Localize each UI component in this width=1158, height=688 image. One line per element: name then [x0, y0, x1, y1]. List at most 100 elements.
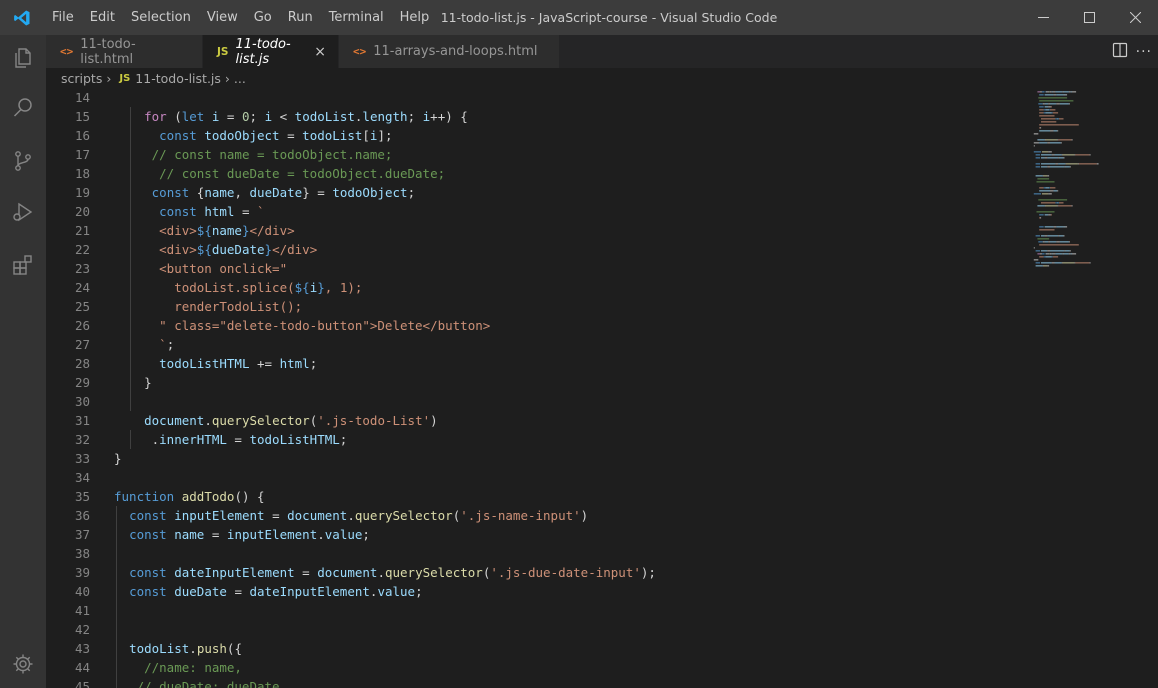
code-line[interactable]: const dueDate = dateInputElement.value;: [114, 582, 1028, 601]
breadcrumb-folder[interactable]: scripts: [61, 71, 102, 86]
code-token: .: [317, 527, 325, 542]
code-line[interactable]: const name = inputElement.value;: [114, 525, 1028, 544]
run-debug-icon[interactable]: [0, 191, 46, 233]
code-token: let: [181, 109, 205, 124]
minimap-line: [1043, 112, 1046, 114]
tab-11-arrays-and-loops-html[interactable]: <> 11-arrays-and-loops.html: [339, 35, 561, 68]
minimap-line: [1055, 163, 1059, 165]
code-token: ++) {: [430, 109, 468, 124]
code-line[interactable]: <div>${dueDate}</div>: [114, 240, 1028, 259]
code-line[interactable]: const html = `: [114, 202, 1028, 221]
code-line[interactable]: // const name = todoObject.name;: [114, 145, 1028, 164]
code-token: todoList: [294, 109, 355, 124]
minimap-line: [1049, 253, 1051, 255]
split-editor-icon[interactable]: [1112, 42, 1128, 58]
settings-gear-icon[interactable]: [0, 643, 46, 685]
code-line[interactable]: todoList.splice(${i}, 1);: [114, 278, 1028, 297]
minimap-line: [1065, 163, 1067, 165]
code-line[interactable]: [114, 544, 1028, 563]
code-token: <button onclick=": [159, 261, 288, 276]
code-line[interactable]: const {name, dueDate} = todoObject;: [114, 183, 1028, 202]
js-file-icon: JS: [217, 45, 229, 58]
menu-file[interactable]: File: [44, 0, 82, 35]
menu-go[interactable]: Go: [246, 0, 280, 35]
minimap-line: [1068, 103, 1070, 105]
minimap-line: [1096, 163, 1099, 165]
menu-view[interactable]: View: [199, 0, 246, 35]
code-line[interactable]: [114, 620, 1028, 639]
title-bar: File Edit Selection View Go Run Terminal Help 1…: [0, 0, 1158, 35]
code-token: const: [129, 565, 167, 580]
code-line[interactable]: todoList.push({: [114, 639, 1028, 658]
minimap-line: [1050, 253, 1052, 255]
breadcrumb-file[interactable]: 11-todo-list.js: [135, 71, 221, 86]
tab-11-todo-list-js[interactable]: JS 11-todo-list.js ×: [203, 35, 339, 68]
extensions-icon[interactable]: [0, 244, 46, 286]
code-line[interactable]: }: [114, 373, 1028, 392]
code-line[interactable]: [114, 468, 1028, 487]
code-line[interactable]: todoListHTML += html;: [114, 354, 1028, 373]
code-line[interactable]: for (let i = 0; i < todoList.length; i++…: [114, 107, 1028, 126]
code-line[interactable]: renderTodoList();: [114, 297, 1028, 316]
breadcrumb: scripts › JS 11-todo-list.js › ...: [46, 68, 1158, 88]
menu-edit[interactable]: Edit: [82, 0, 123, 35]
menu-terminal[interactable]: Terminal: [321, 0, 392, 35]
tab-11-todo-list-html[interactable]: <> 11-todo-list.html: [46, 35, 203, 68]
code-line[interactable]: // dueDate: dueDate,: [114, 677, 1028, 688]
breadcrumb-symbol[interactable]: ...: [234, 71, 246, 86]
minimap-line: [1035, 175, 1043, 177]
line-number: 30: [74, 394, 90, 409]
code-line[interactable]: const inputElement = document.querySelec…: [114, 506, 1028, 525]
close-tab-icon[interactable]: ×: [314, 44, 326, 60]
minimap-line: [1060, 142, 1062, 144]
code-line[interactable]: [114, 601, 1028, 620]
code-line[interactable]: [114, 88, 1028, 107]
minimap-line: [1068, 253, 1071, 255]
code-token: dateInputElement: [174, 565, 295, 580]
code-line[interactable]: // const dueDate = todoObject.dueDate;: [114, 164, 1028, 183]
code-line[interactable]: const dateInputElement = document.queryS…: [114, 563, 1028, 582]
code-token: todoList: [129, 641, 190, 656]
code-token: innerHTML: [159, 432, 227, 447]
code-line[interactable]: .innerHTML = todoListHTML;: [114, 430, 1028, 449]
code-token: =: [219, 109, 242, 124]
close-window-button[interactable]: [1112, 0, 1158, 35]
source-control-icon[interactable]: [0, 140, 46, 182]
vertical-scrollbar[interactable]: [1144, 88, 1158, 688]
code-line[interactable]: //name: name,: [114, 658, 1028, 677]
explorer-icon[interactable]: [0, 37, 46, 79]
maximize-button[interactable]: [1066, 0, 1112, 35]
code-line[interactable]: document.querySelector('.js-todo-List'): [114, 411, 1028, 430]
code-line[interactable]: " class="delete-todo-button">Delete</but…: [114, 316, 1028, 335]
code-line[interactable]: `;: [114, 335, 1028, 354]
code-line[interactable]: <button onclick=": [114, 259, 1028, 278]
tab-label: 11-todo-list.js: [235, 36, 291, 67]
code-token: ;: [339, 432, 348, 447]
minimap-line: [1041, 118, 1056, 120]
search-icon[interactable]: [0, 87, 46, 129]
minimap-line: [1063, 235, 1065, 237]
minimap-line: [1051, 253, 1053, 255]
code-line[interactable]: }: [114, 449, 1028, 468]
code-token: " class="delete-todo-button">Delete</but…: [159, 318, 491, 333]
code-line[interactable]: const todoObject = todoList[i];: [114, 126, 1028, 145]
code-line[interactable]: <div>${name}</div>: [114, 221, 1028, 240]
menu-selection[interactable]: Selection: [123, 0, 199, 35]
minimap-line: [1041, 202, 1056, 204]
code-token: =: [294, 565, 318, 580]
code-line[interactable]: function addTodo() {: [114, 487, 1028, 506]
minimap-line: [1059, 157, 1064, 159]
code-line[interactable]: [114, 392, 1028, 411]
code-area[interactable]: for (let i = 0; i < todoList.length; i++…: [114, 88, 1028, 688]
minimap-line: [1045, 91, 1047, 93]
more-actions-icon[interactable]: ...: [1136, 40, 1152, 56]
minimap-line: [1044, 241, 1049, 243]
minimap[interactable]: [1032, 88, 1142, 688]
menu-run[interactable]: Run: [280, 0, 321, 35]
code-editor[interactable]: 14 15 16 17 18 19 20 21 22 23 24 25 26 27 28 29 30 31 32 33…: [46, 88, 1158, 688]
minimize-button[interactable]: [1020, 0, 1066, 35]
line-number: 15: [74, 109, 90, 124]
menu-help[interactable]: Help: [392, 0, 438, 35]
minimap-line: [1057, 130, 1059, 132]
minimap-line: [1037, 178, 1050, 180]
